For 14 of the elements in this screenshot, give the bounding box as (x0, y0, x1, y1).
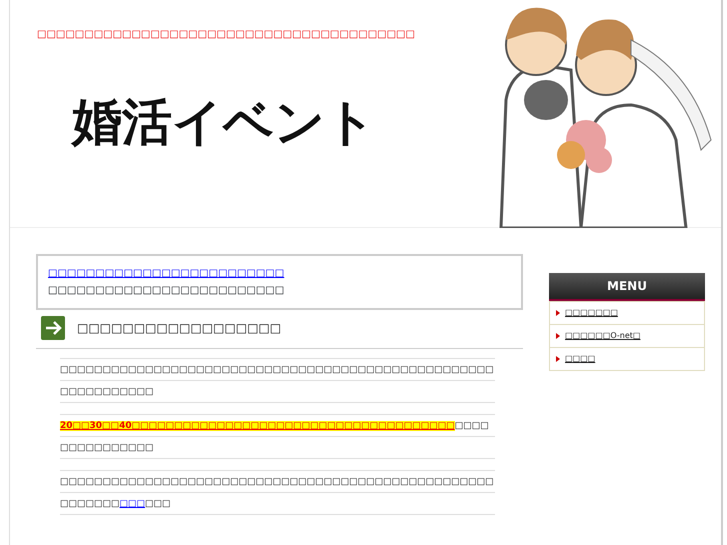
bullet-icon (556, 310, 560, 316)
section-heading: □□□□□□□□□□□□□□□□□□ (77, 320, 282, 337)
tagline: □□□□□□□□□□□□□□□□□□□□□□□□□□□□□□□□□□□□□□□□ (36, 28, 416, 41)
menu-link[interactable]: □□□□□□O-net□ (565, 330, 640, 342)
menu-title: MENU (549, 273, 705, 301)
notice-link[interactable]: □□□□□□□□□□□□□□□□□□□□□□□□□ (48, 268, 284, 279)
notice-text: □□□□□□□□□□□□□□□□□□□□□□□□□ (48, 284, 286, 298)
bullet-icon (556, 333, 560, 339)
inline-link[interactable]: □□□ (120, 499, 146, 509)
bullet-icon (556, 356, 560, 362)
arrow-right-icon (41, 316, 65, 340)
logo-title: 婚活イベント (70, 92, 377, 147)
menu-link[interactable]: □□□□□□□ (565, 307, 618, 319)
menu-link[interactable]: □□□□ (565, 353, 596, 365)
